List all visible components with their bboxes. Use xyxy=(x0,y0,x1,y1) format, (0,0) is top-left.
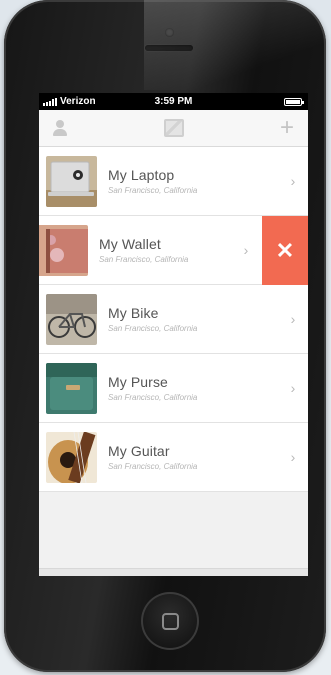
item-location: San Francisco, California xyxy=(108,324,198,333)
home-button[interactable] xyxy=(141,592,199,650)
add-item-button[interactable]: + xyxy=(274,115,300,141)
item-title: My Wallet xyxy=(99,236,161,252)
map-button[interactable] xyxy=(161,115,187,141)
carrier-name: Verizon xyxy=(60,96,96,107)
item-title: My Purse xyxy=(108,374,168,390)
chevron-right-icon: › xyxy=(290,173,296,189)
map-icon xyxy=(163,119,184,137)
item-location: San Francisco, California xyxy=(99,255,189,264)
delete-button[interactable]: ✕ xyxy=(262,216,308,285)
status-bar: Verizon 3:59 PM xyxy=(39,93,308,110)
app-screen: Verizon 3:59 PM + My Laptop San Francisc… xyxy=(39,93,308,576)
phone-frame: Verizon 3:59 PM + My Laptop San Francisc… xyxy=(4,0,326,672)
carrier-info: Verizon xyxy=(43,96,96,107)
person-icon xyxy=(52,120,68,136)
list-item-laptop[interactable]: My Laptop San Francisco, California › xyxy=(39,147,308,216)
battery-icon xyxy=(284,97,304,106)
front-camera xyxy=(165,28,174,37)
chevron-right-icon: › xyxy=(290,380,296,396)
close-icon: ✕ xyxy=(275,237,295,263)
profile-button[interactable] xyxy=(47,115,73,141)
bottom-bar xyxy=(39,568,308,576)
items-list: My Laptop San Francisco, California › My… xyxy=(39,147,308,576)
item-title: My Guitar xyxy=(108,443,170,459)
list-item-purse[interactable]: My Purse San Francisco, California › xyxy=(39,354,308,423)
item-location: San Francisco, California xyxy=(108,393,198,402)
laptop-thumbnail xyxy=(46,155,97,207)
bike-thumbnail xyxy=(46,293,97,345)
guitar-thumbnail xyxy=(46,431,97,483)
chevron-right-icon: › xyxy=(243,242,249,258)
item-location: San Francisco, California xyxy=(108,186,198,195)
list-item-guitar[interactable]: My Guitar San Francisco, California › xyxy=(39,423,308,492)
top-toolbar: + xyxy=(39,110,308,147)
list-item-bike[interactable]: My Bike San Francisco, California › xyxy=(39,285,308,354)
item-title: My Bike xyxy=(108,305,159,321)
wallet-thumbnail xyxy=(39,224,88,276)
earpiece-speaker xyxy=(145,45,193,51)
chevron-right-icon: › xyxy=(290,311,296,327)
plus-icon: + xyxy=(279,114,294,141)
list-empty-area xyxy=(39,492,308,576)
item-title: My Laptop xyxy=(108,167,175,183)
chevron-right-icon: › xyxy=(290,449,296,465)
list-item-wallet[interactable]: My Wallet San Francisco, California › ✕ xyxy=(39,216,308,285)
home-square-icon xyxy=(161,612,179,630)
purse-thumbnail xyxy=(46,362,97,414)
signal-icon xyxy=(43,97,57,106)
item-location: San Francisco, California xyxy=(108,462,198,471)
